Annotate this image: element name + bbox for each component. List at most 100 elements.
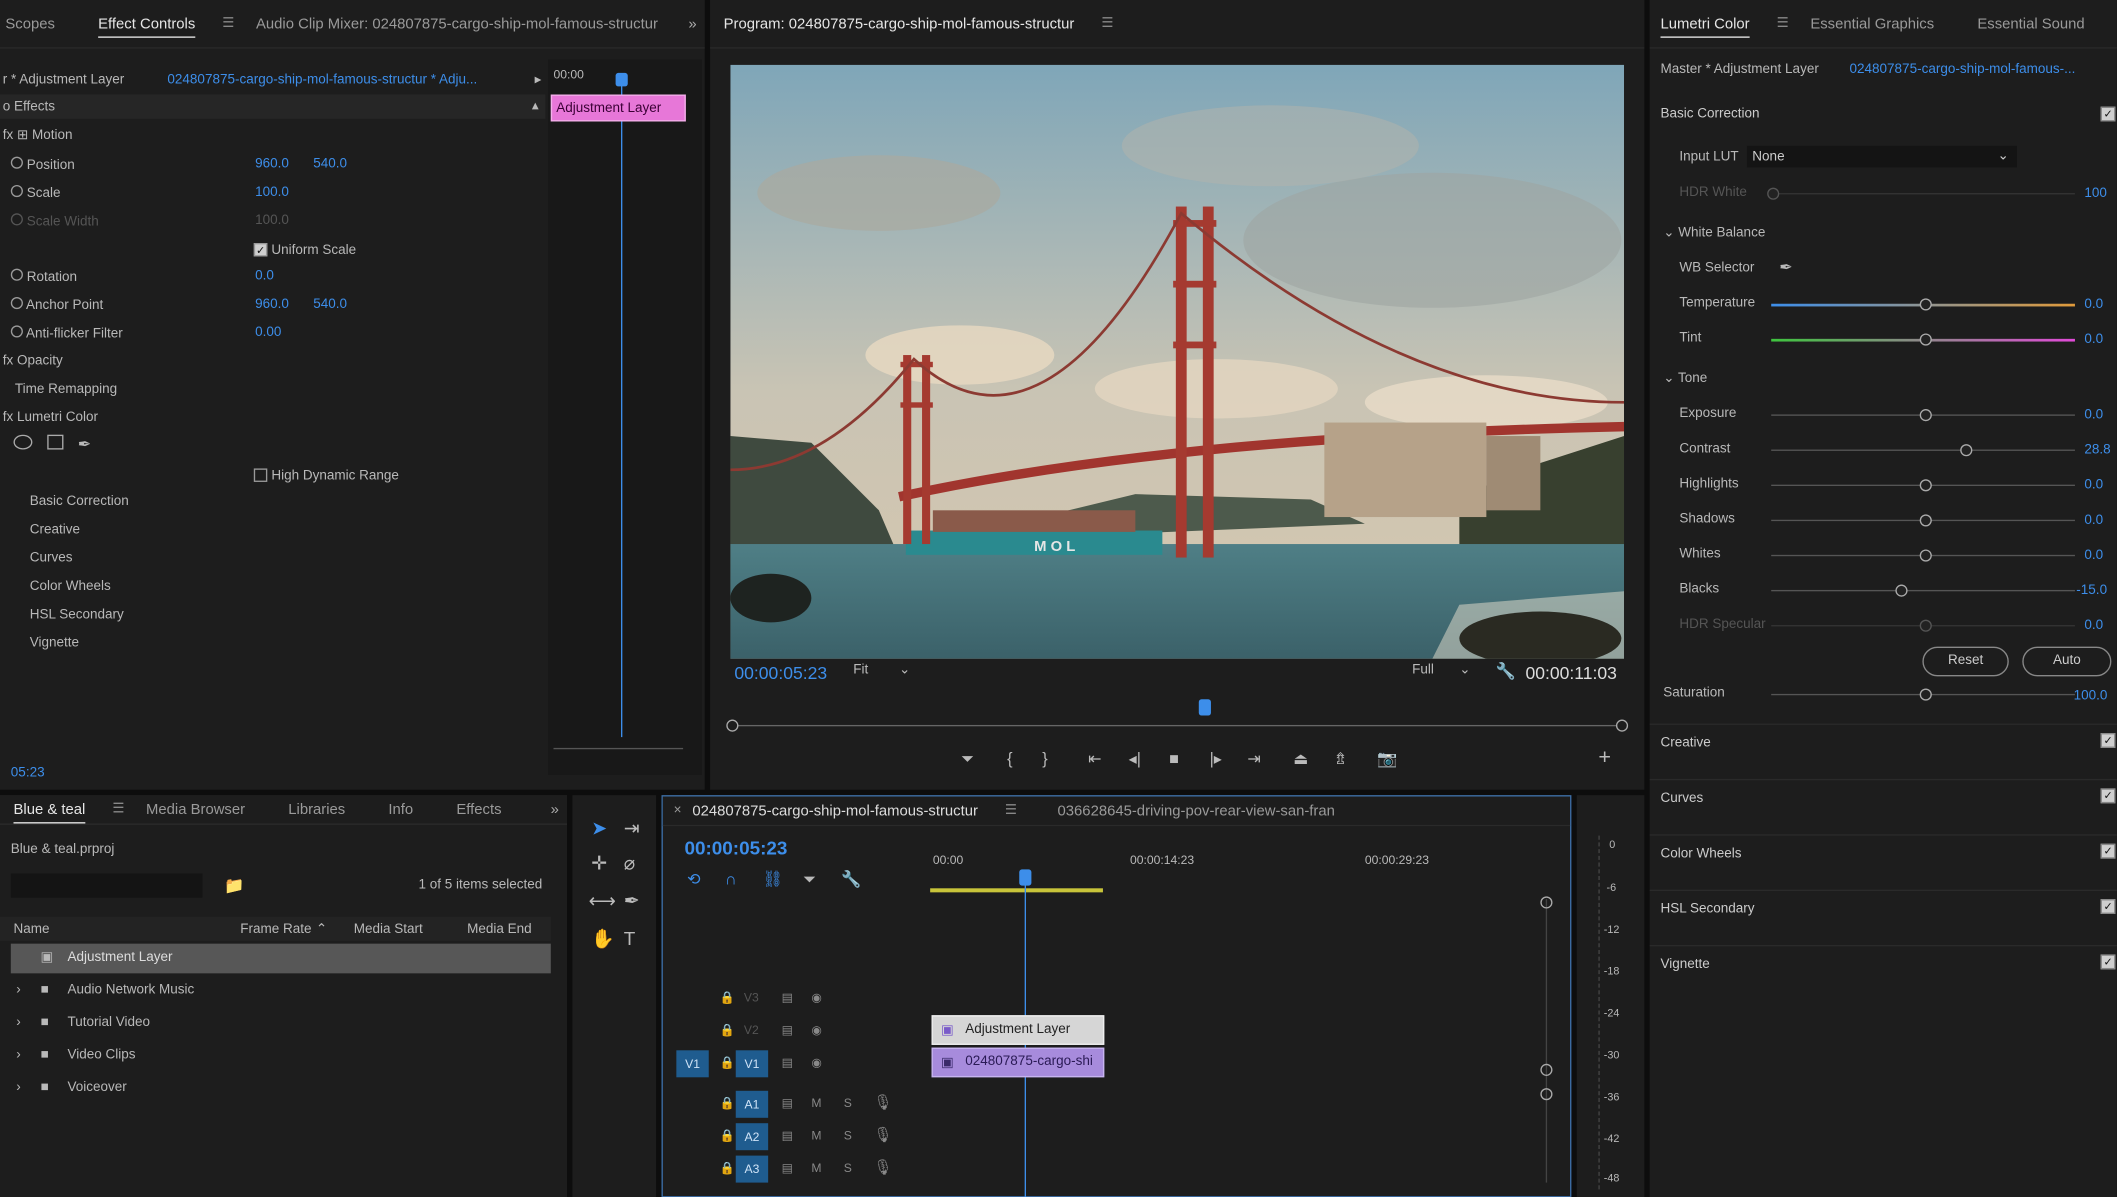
wrench-icon[interactable]: 🔧	[1496, 662, 1516, 681]
pen-mask-icon[interactable]: ✒	[78, 435, 92, 454]
list-item[interactable]: › ■ Tutorial Video	[11, 1008, 551, 1038]
source-patch[interactable]: V1	[676, 1050, 709, 1078]
basic-correction[interactable]: Basic Correction	[1661, 107, 1760, 122]
step-forward-icon[interactable]: |▸	[1210, 749, 1222, 768]
stopwatch-icon[interactable]	[10, 184, 23, 198]
step-back-icon[interactable]: ◂|	[1129, 749, 1141, 768]
tab-info[interactable]: Info	[367, 801, 435, 817]
solo-icon[interactable]: S	[844, 1161, 852, 1175]
stopwatch-icon[interactable]	[10, 268, 23, 281]
tab-lumetri[interactable]: Lumetri Color	[1650, 16, 1772, 32]
tint-slider[interactable]	[1771, 333, 2075, 346]
whites-slider[interactable]	[1771, 549, 2075, 562]
sync-icon[interactable]: ▤	[782, 1161, 793, 1176]
mini-clip[interactable]: Adjustment Layer	[550, 94, 686, 122]
tone-header[interactable]: ⌄ Tone	[1663, 371, 1707, 386]
chevron-right-icon[interactable]: ›	[16, 1080, 21, 1095]
settings-wrench-icon[interactable]: 🔧	[841, 869, 861, 888]
mic-icon[interactable]: 🎙	[873, 1126, 892, 1143]
track-label[interactable]: V3	[744, 991, 759, 1005]
mute-icon[interactable]: M	[811, 1129, 821, 1143]
blacks-value[interactable]: -15.0	[2076, 583, 2107, 598]
lock-icon[interactable]: 🔒	[720, 1023, 735, 1038]
clip-label[interactable]: 024807875-cargo-ship-mol-famous-structur…	[167, 73, 477, 88]
section-checkbox[interactable]: ✓	[2100, 899, 2116, 914]
track-label[interactable]: V2	[744, 1023, 759, 1037]
vertical-scroll[interactable]	[1545, 899, 1548, 1183]
lock-icon[interactable]: 🔒	[720, 1096, 735, 1111]
program-timecode[interactable]: 00:00:05:23	[734, 663, 827, 683]
export-frame-icon[interactable]: 📷	[1377, 749, 1397, 768]
exposure-value[interactable]: 0.0	[2084, 408, 2103, 423]
saturation-slider[interactable]	[1771, 688, 2075, 701]
list-item[interactable]: › ■ Audio Network Music	[11, 976, 551, 1006]
lock-icon[interactable]: 🔒	[720, 1161, 735, 1176]
eyedropper-icon[interactable]: ✒	[1779, 258, 1793, 277]
close-icon[interactable]: ×	[674, 803, 682, 818]
sub-hsl[interactable]: HSL Secondary	[30, 608, 124, 623]
position-y[interactable]: 540.0	[313, 157, 347, 172]
section-checkbox[interactable]: ✓	[2100, 788, 2116, 804]
mark-out-icon[interactable]: }	[1042, 749, 1047, 768]
checkbox-icon[interactable]: ✓	[253, 243, 268, 257]
tab-effects[interactable]: Effects	[435, 801, 523, 817]
lumetri-clip[interactable]: 024807875-cargo-ship-mol-famous-...	[1850, 62, 2076, 77]
nest-icon[interactable]: ⟲	[687, 869, 701, 888]
section-checkbox[interactable]: ✓	[2100, 843, 2116, 859]
input-lut-dropdown[interactable]: None ⌄	[1746, 145, 2017, 168]
lift-icon[interactable]: ⏏	[1293, 749, 1308, 768]
list-item[interactable]: › ■ Voiceover	[11, 1073, 551, 1103]
slider-knob[interactable]	[1919, 549, 1932, 562]
linked-select-icon[interactable]: ⛓	[763, 869, 784, 888]
menu-icon[interactable]: ☰	[1101, 16, 1113, 31]
sync-icon[interactable]: ▤	[782, 1096, 793, 1111]
fx-opacity[interactable]: fx Opacity	[3, 354, 63, 369]
solo-icon[interactable]: S	[844, 1129, 852, 1143]
anchor-x[interactable]: 960.0	[255, 297, 289, 312]
anchor-y[interactable]: 540.0	[313, 297, 347, 312]
slider-knob[interactable]	[1895, 584, 1908, 597]
shadows-value[interactable]: 0.0	[2084, 513, 2103, 528]
hand-tool-icon[interactable]: ✋	[591, 927, 615, 950]
track-label[interactable]: A1	[735, 1090, 769, 1118]
scale-value[interactable]: 100.0	[255, 185, 289, 200]
chevron-right-icon[interactable]: ›	[16, 1015, 21, 1030]
slider-knob[interactable]	[1960, 444, 1973, 457]
track-label[interactable]: A3	[735, 1155, 769, 1183]
add-button-icon[interactable]: +	[1598, 747, 1611, 771]
stop-icon[interactable]: ■	[1169, 749, 1179, 768]
sub-creative[interactable]: Creative	[30, 522, 80, 537]
list-item[interactable]: › ■ Video Clips	[11, 1041, 551, 1071]
fx-lumetri[interactable]: fx Lumetri Color	[3, 410, 98, 425]
contrast-value[interactable]: 28.8	[2084, 443, 2110, 458]
lock-icon[interactable]: 🔒	[720, 991, 735, 1006]
column-media-start[interactable]: Media Start	[354, 922, 423, 937]
menu-icon[interactable]: ☰	[222, 16, 234, 31]
white-balance-header[interactable]: ⌄ White Balance	[1663, 225, 1765, 240]
ripple-edit-icon[interactable]: ✛	[591, 852, 607, 875]
tab-audio-clip-mixer[interactable]: Audio Clip Mixer: 024807875-cargo-ship-m…	[234, 16, 679, 32]
scroll-handle-icon[interactable]	[1540, 1088, 1553, 1101]
scroll-handle-icon[interactable]	[1540, 896, 1553, 909]
extract-icon[interactable]: ⇯	[1334, 749, 1348, 768]
more-panels-icon[interactable]: »	[688, 16, 696, 32]
tab-project[interactable]: Blue & teal	[0, 801, 107, 817]
whites-value[interactable]: 0.0	[2084, 548, 2103, 563]
menu-icon[interactable]: ☰	[1005, 803, 1017, 818]
timeline-playhead-head[interactable]	[1019, 869, 1032, 886]
mute-icon[interactable]: M	[811, 1161, 821, 1175]
tab-essential-graphics[interactable]: Essential Graphics	[1789, 16, 1956, 32]
mic-icon[interactable]: 🎙	[873, 1158, 892, 1176]
rotation-value[interactable]: 0.0	[255, 269, 274, 284]
temperature-slider[interactable]	[1771, 298, 2075, 311]
position-x[interactable]: 960.0	[255, 157, 289, 172]
program-playhead[interactable]	[1198, 699, 1211, 716]
mic-icon[interactable]: 🎙	[873, 1094, 892, 1111]
section-checkbox[interactable]: ✓	[2100, 733, 2116, 748]
eye-icon[interactable]: ◉	[811, 1056, 822, 1071]
go-to-in-icon[interactable]: ⇤	[1088, 749, 1102, 768]
lock-icon[interactable]: 🔒	[720, 1129, 735, 1144]
clip-video[interactable]: ▣ 024807875-cargo-shi	[931, 1047, 1105, 1078]
tab-scopes[interactable]: Scopes	[0, 16, 77, 32]
sub-basic[interactable]: Basic Correction	[30, 494, 129, 509]
